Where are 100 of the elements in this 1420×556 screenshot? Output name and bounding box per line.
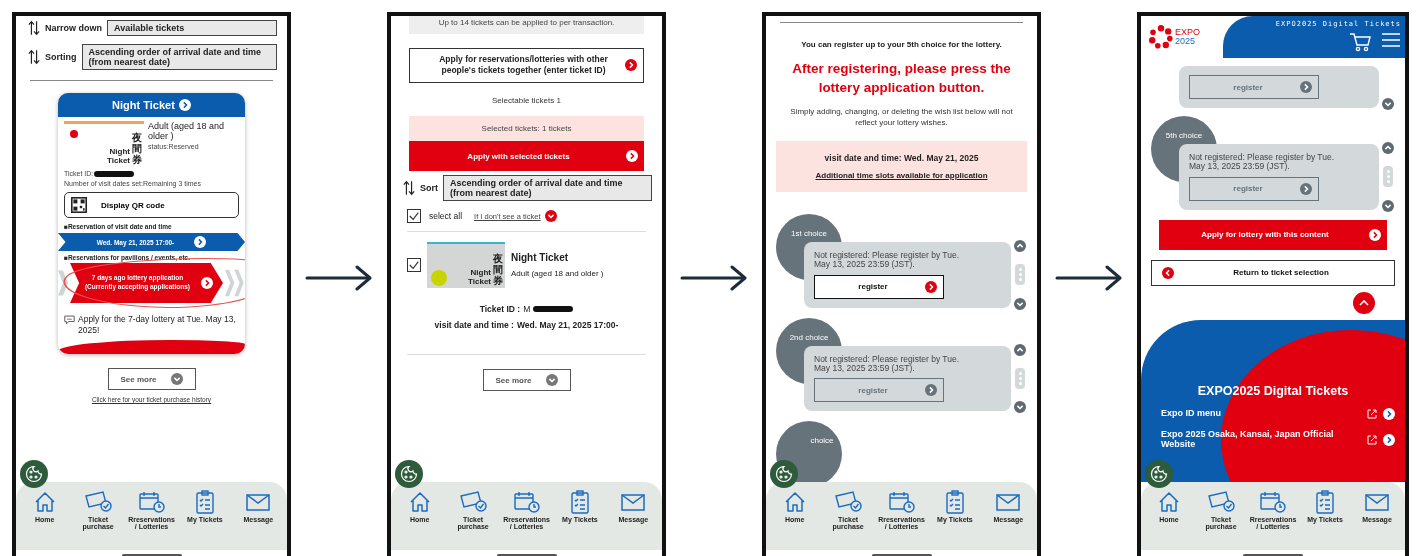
ticket-check-icon xyxy=(833,490,864,514)
visit-date-value: Wed. May 21, 2025 17:00- xyxy=(516,320,619,331)
chevron-down-icon[interactable] xyxy=(1382,199,1394,212)
chevron-down-icon[interactable] xyxy=(1382,98,1394,110)
chevron-up-icon[interactable] xyxy=(1014,239,1026,252)
cookie-settings-button[interactable] xyxy=(770,460,798,488)
select-all-label: select all xyxy=(429,211,463,222)
chevron-left-icon xyxy=(1162,266,1174,279)
register-button[interactable]: register xyxy=(814,274,944,299)
ticket-category: Adult (aged 18 and older ) xyxy=(511,269,604,279)
chevron-right-icon xyxy=(925,384,937,397)
home-indicator xyxy=(871,553,932,556)
chevron-right-icon xyxy=(201,277,213,289)
chevron-down-icon xyxy=(170,373,183,386)
chevron-right-icon xyxy=(1300,81,1312,93)
filter-label: Sort xyxy=(420,183,438,194)
visit-date-text: visit date and time: Wed. May 21, 2025 xyxy=(824,152,979,163)
clipboard-list-icon xyxy=(943,490,966,514)
expo-logo-icon xyxy=(1149,25,1173,49)
visit-date-label: visit date and time : xyxy=(434,320,514,331)
chevron-up-icon[interactable] xyxy=(1382,142,1394,154)
right-arrow-icon xyxy=(1055,265,1123,291)
chevron-down-icon[interactable] xyxy=(1014,297,1026,310)
calendar-clock-icon xyxy=(1259,490,1287,514)
clipboard-list-icon xyxy=(568,490,591,514)
info-text: Simply adding, changing, or deleting the wish list below will not reflect your lottery wishes. xyxy=(789,105,1014,129)
logo-dot-icon xyxy=(70,130,78,138)
info-text: Selectable tickets 1 xyxy=(491,94,562,107)
qr-code-icon xyxy=(71,197,87,213)
time-slots-link[interactable]: Additional time slots available for application xyxy=(815,170,988,180)
chevron-right-icon xyxy=(1369,228,1381,241)
chevron-right-icon xyxy=(925,280,937,293)
ticket-check-icon xyxy=(83,490,114,514)
drag-handle[interactable] xyxy=(1015,264,1025,286)
choice-label: 1st choice xyxy=(791,229,827,238)
filter-label: Narrow down xyxy=(45,23,102,33)
chevron-right-icon xyxy=(194,236,207,248)
redaction-mark xyxy=(94,170,135,177)
house-icon xyxy=(1157,490,1181,514)
choice-label: 2nd choice xyxy=(789,333,829,342)
redaction-mark xyxy=(533,306,574,313)
cookie-settings-button[interactable] xyxy=(20,460,48,488)
apply-button[interactable]: Apply for lottery with this content xyxy=(1159,219,1387,250)
home-indicator xyxy=(121,553,182,556)
see-more-button[interactable]: See more xyxy=(482,369,571,392)
footer-link[interactable]: Expo ID menu xyxy=(1151,407,1395,420)
ticket-check-icon xyxy=(1206,490,1236,514)
ticket-card-header[interactable]: Night Ticket xyxy=(58,93,245,117)
chevron-down-icon xyxy=(544,210,557,223)
return-button[interactable]: Return to ticket selection xyxy=(1151,259,1395,286)
filter-dropdown[interactable]: Available tickets xyxy=(107,20,277,36)
checkbox[interactable] xyxy=(407,258,421,273)
chevron-right-icon xyxy=(1300,182,1312,195)
info-banner: Up to 14 tickets can be applied to per transaction. xyxy=(409,16,644,34)
selected-count-bar: Selected tickets: 1 tickets xyxy=(409,116,644,142)
warning-headline: After registering, please press the lottery application button. xyxy=(791,59,1012,98)
ticket-check-icon xyxy=(458,490,489,514)
lottery-notice: Apply for the 7-day lottery at Tue. May 13, 2025! xyxy=(78,314,237,337)
right-arrow-icon xyxy=(680,265,748,291)
chevron-up-icon xyxy=(1359,298,1369,307)
ticket-image-caption: Night Ticket xyxy=(467,267,491,287)
register-button[interactable]: register xyxy=(814,378,944,403)
drag-handle[interactable] xyxy=(1383,166,1393,188)
cookie-icon xyxy=(1150,465,1168,483)
calendar-clock-icon xyxy=(512,490,541,514)
group-apply-button[interactable]: Apply for reservations/lotteries with other people's tickets together (enter ticket ID) xyxy=(409,47,644,83)
home-indicator xyxy=(496,553,557,556)
chevron-right-icon xyxy=(1383,407,1395,420)
menu-icon[interactable] xyxy=(1381,32,1401,48)
drag-handle[interactable] xyxy=(1015,367,1025,389)
filter-dropdown[interactable]: Ascending order of arrival date and time (from nearest date) xyxy=(81,44,277,70)
ticket-category: Adult (aged 18 and older ) xyxy=(148,121,226,141)
chevron-up-icon[interactable] xyxy=(1014,343,1026,356)
cart-icon[interactable] xyxy=(1349,32,1371,52)
see-more-button[interactable]: See more xyxy=(107,368,196,391)
sort-arrows-icon xyxy=(28,20,40,36)
apply-button[interactable]: Apply with selected tickets xyxy=(409,141,644,172)
cookie-icon xyxy=(400,465,418,483)
external-link-icon xyxy=(1367,408,1377,419)
display-qr-button[interactable]: Display QR code xyxy=(64,192,239,218)
external-link-icon xyxy=(1367,434,1377,445)
checkbox[interactable] xyxy=(407,209,421,224)
sort-arrows-icon xyxy=(28,49,40,65)
register-button[interactable]: register xyxy=(1189,75,1319,99)
chevron-right-icon xyxy=(625,59,637,72)
filter-dropdown[interactable]: Ascending order of arrival date and time (from nearest date) xyxy=(443,175,652,202)
clipboard-list-icon xyxy=(1314,490,1336,514)
info-text: You can register up to your 5th choice for the lottery. xyxy=(800,39,1003,51)
registration-status: Not registered: Please register by Tue. May 13, 2025 23:59 (JST). xyxy=(1189,153,1336,172)
cookie-settings-button[interactable] xyxy=(395,460,423,488)
scroll-to-top-button[interactable] xyxy=(1353,291,1375,314)
filter-label: Sorting xyxy=(45,52,77,62)
ticket-id-label: Ticket ID : xyxy=(479,304,521,315)
ticket-title: Night Ticket xyxy=(511,252,570,264)
register-button[interactable]: register xyxy=(1189,176,1319,201)
chevron-right-icon xyxy=(178,99,191,111)
chevron-right-icon xyxy=(626,150,638,163)
home-indicator xyxy=(1243,553,1303,556)
calendar-clock-icon xyxy=(887,490,916,514)
chevron-down-icon[interactable] xyxy=(1014,401,1026,414)
